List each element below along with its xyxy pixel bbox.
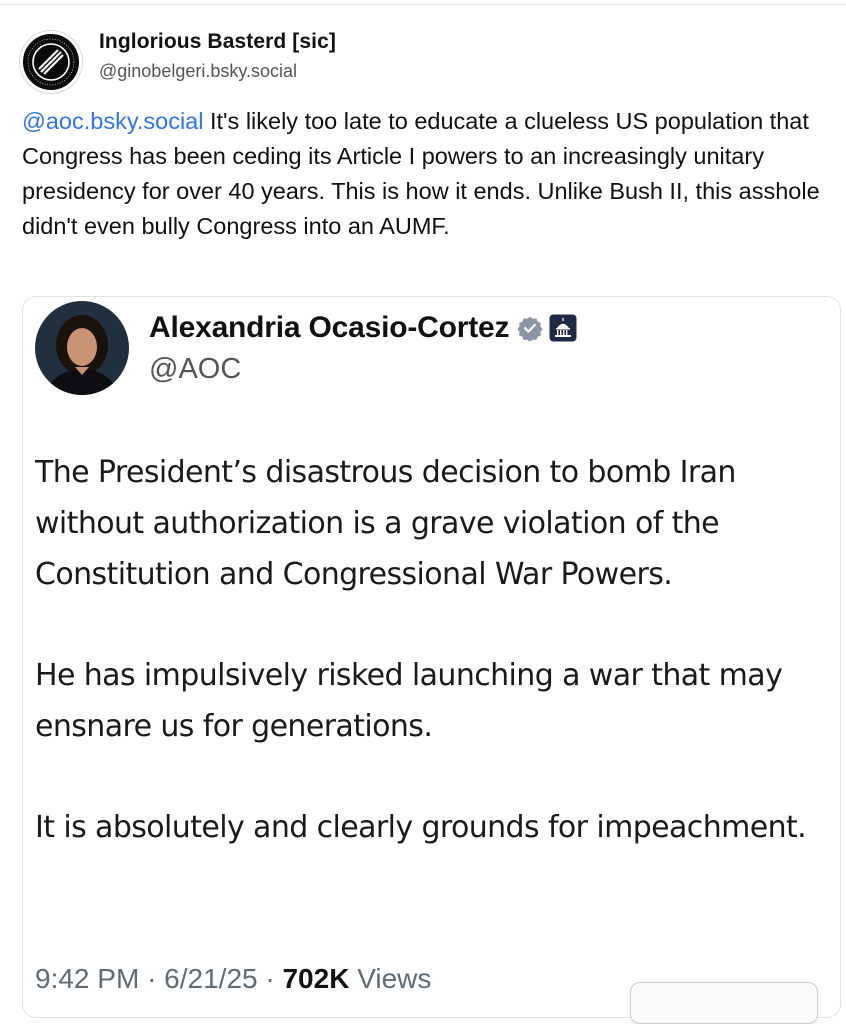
verified-badge-icon[interactable] xyxy=(517,315,543,341)
quoted-author-handle[interactable]: @AOC xyxy=(149,353,241,386)
quoted-paragraph: It is absolutely and clearly grounds for… xyxy=(35,810,807,845)
post-date[interactable]: 6/21/25 xyxy=(164,963,257,994)
quoted-author-avatar[interactable] xyxy=(35,301,129,395)
quoted-post-meta: 9:42 PM · 6/21/25 · 702K Views xyxy=(35,963,431,995)
portrait-avatar-icon xyxy=(35,301,129,395)
government-capitol-icon[interactable] xyxy=(549,314,577,342)
post-text: @aoc.bsky.social It's likely too late to… xyxy=(22,104,837,244)
partial-overlay-button[interactable] xyxy=(630,982,818,1024)
author-name[interactable]: Inglorious Basterd [sic] xyxy=(99,30,336,54)
author-block: Inglorious Basterd [sic] @ginobelgeri.bs… xyxy=(99,30,336,82)
views-label: Views xyxy=(357,963,432,994)
author-avatar[interactable] xyxy=(20,31,82,93)
quoted-post-text: The President’s disastrous decision to b… xyxy=(35,447,835,903)
quoted-post-card[interactable]: Alexandria Ocasio-Cortez @AOC The Presid… xyxy=(22,296,841,1018)
meta-separator: · xyxy=(265,963,275,994)
quoted-paragraph: He has impulsively risked launching a wa… xyxy=(35,658,783,744)
views-count: 702K xyxy=(282,963,350,994)
mention-link[interactable]: @aoc.bsky.social xyxy=(22,108,203,134)
quoted-author-name-row: Alexandria Ocasio-Cortez xyxy=(149,311,577,345)
top-divider xyxy=(0,4,846,5)
quoted-paragraph: The President’s disastrous decision to b… xyxy=(35,455,736,592)
meta-separator: · xyxy=(147,963,157,994)
antifascist-logo-icon xyxy=(24,35,78,89)
author-handle[interactable]: @ginobelgeri.bsky.social xyxy=(99,61,336,82)
quoted-author-name[interactable]: Alexandria Ocasio-Cortez xyxy=(149,311,510,345)
post-time[interactable]: 9:42 PM xyxy=(35,963,139,994)
